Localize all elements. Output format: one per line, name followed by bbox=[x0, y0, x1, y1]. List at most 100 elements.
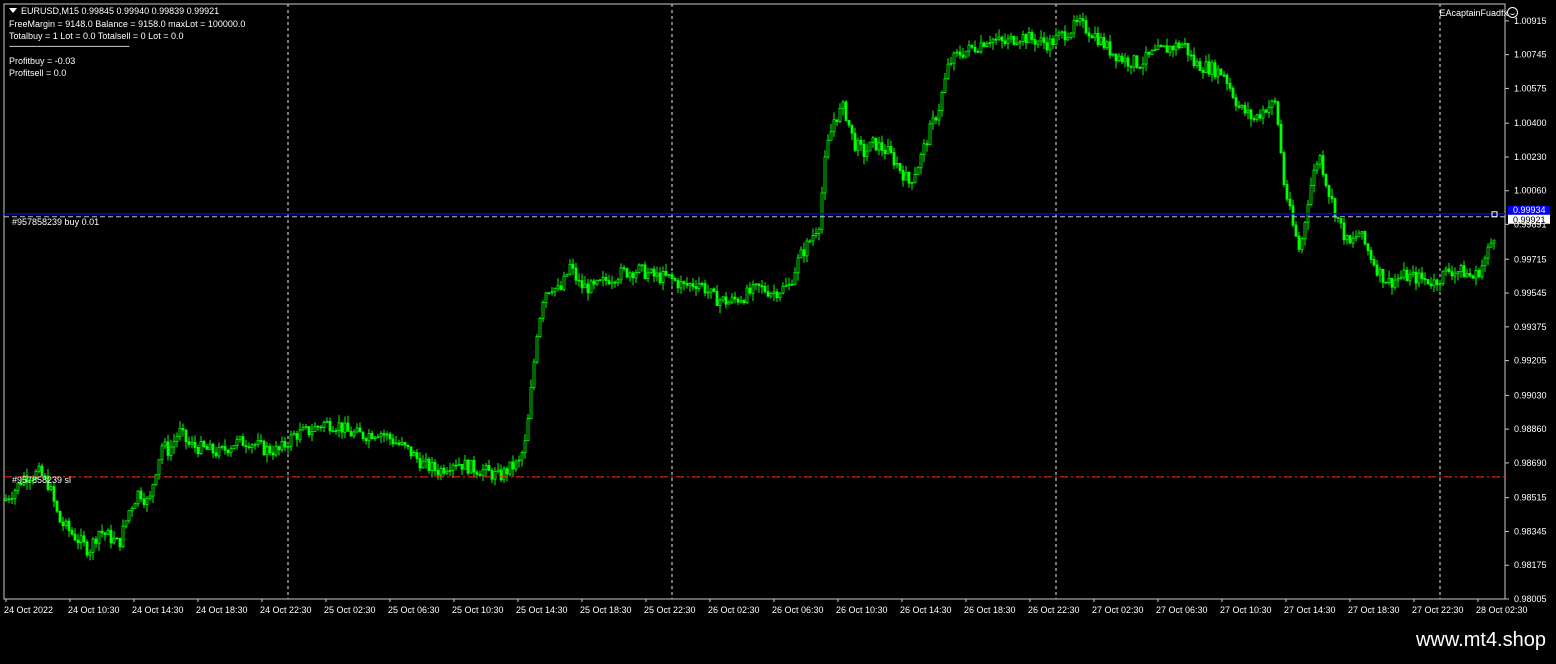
candle-body bbox=[850, 124, 854, 134]
candle-body bbox=[646, 272, 650, 279]
candle-body bbox=[250, 444, 254, 449]
candle-body bbox=[742, 300, 746, 304]
candle-body bbox=[268, 445, 272, 454]
candle-body bbox=[580, 280, 584, 289]
candle-body bbox=[469, 460, 473, 474]
candle-body bbox=[1189, 54, 1193, 57]
candle-body bbox=[1099, 37, 1103, 46]
candle-body bbox=[289, 434, 293, 448]
candle-body bbox=[475, 471, 479, 475]
candle-body bbox=[1324, 174, 1328, 186]
candle-body bbox=[928, 123, 932, 145]
candle-body bbox=[97, 530, 101, 544]
candle-body bbox=[697, 283, 701, 289]
candle-body bbox=[1366, 243, 1370, 251]
candle-body bbox=[430, 462, 434, 472]
candle-body bbox=[1144, 51, 1148, 65]
candle-body bbox=[157, 459, 161, 476]
candle-body bbox=[730, 296, 734, 303]
candle-body bbox=[454, 464, 458, 467]
candle-body bbox=[772, 291, 776, 294]
candle-body bbox=[619, 267, 623, 281]
candle-body bbox=[1267, 106, 1271, 113]
candle-body bbox=[148, 495, 152, 499]
candle-body bbox=[733, 296, 737, 300]
candle-body bbox=[334, 430, 338, 432]
candle-body bbox=[1261, 109, 1265, 119]
candle-body bbox=[1081, 18, 1085, 21]
candle-body bbox=[109, 529, 113, 544]
candle-body bbox=[1399, 276, 1403, 280]
candle-body bbox=[418, 458, 422, 469]
candle-body bbox=[1450, 271, 1454, 277]
candle-body bbox=[1048, 38, 1052, 51]
candle-body bbox=[52, 486, 56, 502]
candle-body bbox=[1135, 55, 1139, 68]
chart-canvas[interactable]: 1.00915 1.00745 1.00575 1.00400 1.00230 1.000… bbox=[0, 0, 1556, 660]
candle-body bbox=[1000, 36, 1004, 42]
candle-body bbox=[1270, 100, 1274, 108]
candle-body bbox=[883, 150, 887, 155]
candle-body bbox=[706, 291, 710, 294]
candle-body bbox=[973, 46, 977, 52]
order-price-label: 0.99934 bbox=[1513, 205, 1546, 215]
candle-body bbox=[1327, 185, 1331, 197]
candle-body bbox=[865, 150, 869, 157]
candle-body bbox=[1030, 32, 1034, 40]
candle-body bbox=[136, 490, 140, 505]
candle-body bbox=[904, 171, 908, 181]
candle-body bbox=[373, 436, 377, 440]
candle-body bbox=[1045, 42, 1049, 51]
candle-body bbox=[757, 283, 761, 287]
candle-body bbox=[121, 525, 125, 548]
candle-body bbox=[103, 532, 107, 535]
candle-body bbox=[586, 283, 590, 294]
price-tick-label: 0.99030 bbox=[1514, 390, 1547, 400]
candle-body bbox=[1222, 74, 1226, 77]
candle-body bbox=[1093, 32, 1097, 39]
collapse-triangle-icon[interactable] bbox=[9, 8, 17, 13]
candle-body bbox=[874, 137, 878, 151]
price-tick-label: 1.00915 bbox=[1514, 16, 1547, 26]
smiley-face-icon[interactable] bbox=[1507, 7, 1518, 18]
candle-body bbox=[160, 445, 164, 461]
candle-body bbox=[1072, 20, 1076, 34]
candle-body bbox=[964, 50, 968, 58]
candle-body bbox=[565, 273, 569, 277]
expert-advisor-name[interactable]: EAcaptainFuadfx bbox=[1439, 8, 1508, 18]
candle-body bbox=[1009, 35, 1013, 40]
candle-body bbox=[916, 167, 920, 175]
time-tick-label: 24 Oct 22:30 bbox=[260, 605, 312, 615]
price-tick-label: 1.00230 bbox=[1514, 152, 1547, 162]
candle-body bbox=[1240, 105, 1244, 108]
candle-body bbox=[1228, 83, 1232, 89]
candle-body bbox=[316, 425, 320, 428]
candle-body bbox=[754, 283, 758, 286]
candle-body bbox=[847, 120, 851, 126]
candle-body bbox=[628, 272, 632, 278]
candle-body bbox=[613, 281, 617, 284]
candle-body bbox=[1015, 42, 1019, 45]
time-tick-label: 27 Oct 18:30 bbox=[1348, 605, 1400, 615]
candle-body bbox=[1480, 265, 1484, 278]
candle-body bbox=[1462, 265, 1466, 278]
candle-body bbox=[112, 537, 116, 544]
candle-body bbox=[1066, 37, 1070, 41]
candle-body bbox=[751, 284, 755, 294]
candle-body bbox=[538, 317, 542, 338]
profitsell-line: Profitsell = 0.0 bbox=[9, 68, 67, 78]
candle-body bbox=[1108, 41, 1112, 56]
candle-body bbox=[541, 301, 545, 319]
price-chart[interactable]: 1.00915 1.00745 1.00575 1.00400 1.00230 1.000… bbox=[0, 0, 1556, 660]
candle-body bbox=[721, 296, 725, 301]
candle-body bbox=[544, 292, 548, 303]
order-buy-label: #957858239 buy 0.01 bbox=[12, 217, 100, 227]
candle-body bbox=[889, 146, 893, 153]
candle-body bbox=[616, 279, 620, 284]
candle-body bbox=[1153, 49, 1157, 51]
candle-body bbox=[76, 539, 80, 543]
candle-body bbox=[163, 441, 167, 447]
candle-body bbox=[961, 54, 965, 58]
candle-body bbox=[130, 507, 134, 512]
candle-body bbox=[244, 445, 248, 448]
